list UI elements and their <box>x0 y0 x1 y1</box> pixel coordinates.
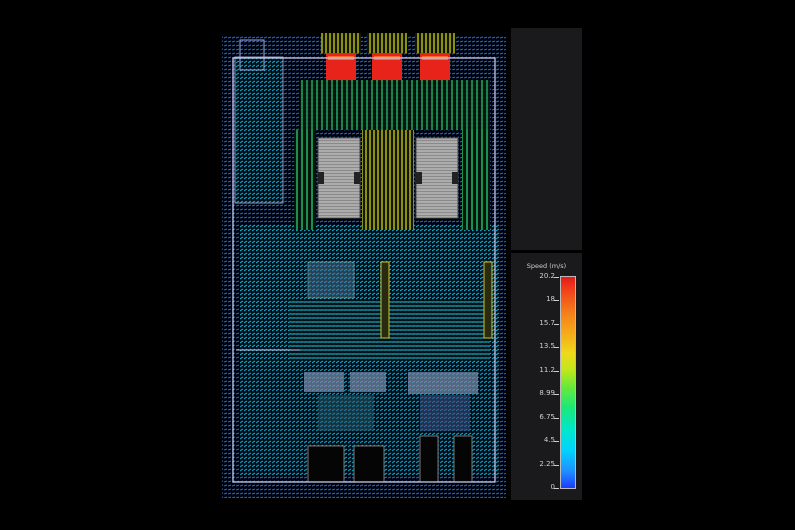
legend-tick: 18 <box>546 295 555 303</box>
left-bay <box>234 56 284 204</box>
airflow-vector-plot <box>222 33 506 498</box>
legend-title: Speed (m/s) <box>526 262 567 270</box>
component-lower-2 <box>350 372 386 392</box>
flow-region-horizontal <box>290 300 490 360</box>
top-side-panel <box>511 28 582 250</box>
cfd-visualization: Speed (m/s) 20.2 18 15.7 13.5 11.2 8.99 … <box>0 0 795 530</box>
legend-tick: 0 <box>550 483 555 491</box>
cpu-heatsink-2 <box>415 137 459 219</box>
component-lower-4 <box>420 395 470 431</box>
bottom-bay-1 <box>307 445 345 483</box>
dimm-bank-left <box>294 130 316 230</box>
speed-legend: Speed (m/s) 20.2 18 15.7 13.5 11.2 8.99 … <box>511 253 582 500</box>
slot-1 <box>380 261 390 339</box>
legend-tick: 13.5 <box>539 342 555 350</box>
dimm-bank-center <box>362 130 414 230</box>
legend-tick: 11.2 <box>539 366 555 374</box>
bottom-bay-2 <box>353 445 385 483</box>
cpu-heatsink-1 <box>317 137 361 219</box>
legend-tick: 15.7 <box>539 319 555 327</box>
legend-tick: 8.99 <box>539 389 555 397</box>
bottom-bay-4 <box>453 435 473 483</box>
component-lower-3 <box>408 372 478 394</box>
legend-tick: 20.2 <box>539 272 555 280</box>
component-lower-1 <box>304 372 344 392</box>
component-mid <box>307 261 355 299</box>
fan-inlet-1 <box>321 33 361 53</box>
legend-color-bar <box>560 276 576 489</box>
fan-inlet-2 <box>367 33 407 53</box>
bottom-bay-3 <box>419 435 439 483</box>
component-lower-5 <box>318 395 374 431</box>
legend-tick: 4.5 <box>543 436 555 444</box>
dimm-bank-right <box>462 130 490 230</box>
slot-2 <box>483 261 493 339</box>
legend-tick: 6.75 <box>539 413 555 421</box>
fan-outflow <box>300 80 490 130</box>
legend-tick: 2.25 <box>539 460 555 468</box>
fan-inlet-3 <box>415 33 455 53</box>
